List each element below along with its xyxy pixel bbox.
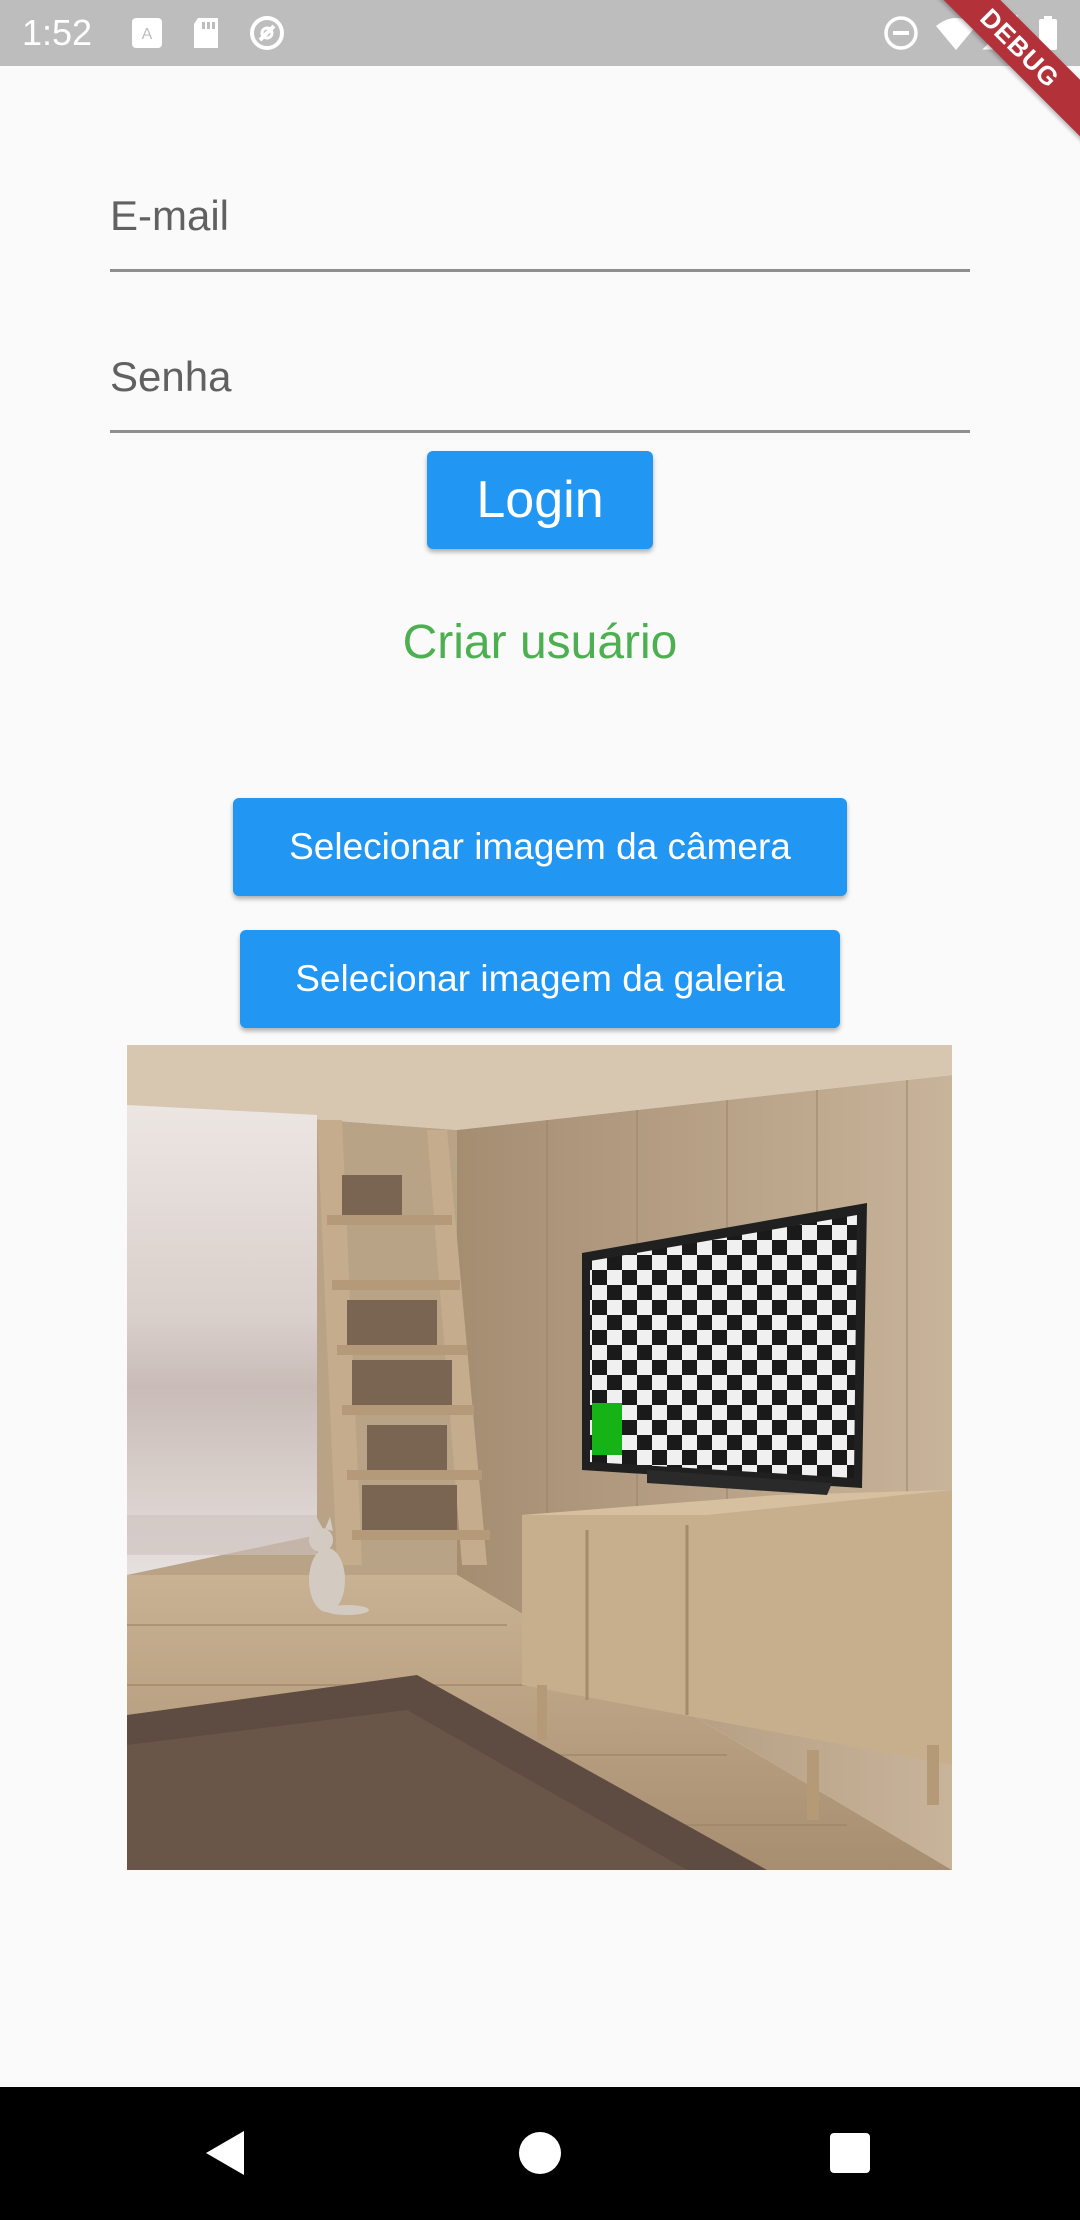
do-not-disturb-icon [884,16,918,50]
email-input[interactable] [110,172,970,269]
email-field[interactable]: E-mail [110,172,970,272]
status-time: 1:52 [22,12,93,53]
sd-card-icon [194,18,218,48]
login-button[interactable]: Login [427,451,653,549]
home-icon[interactable] [518,2127,562,2179]
password-input[interactable] [110,333,970,430]
sync-circle-icon [250,16,284,50]
recents-icon[interactable] [828,2127,872,2179]
password-field[interactable]: Senha [110,333,970,433]
select-camera-image-button[interactable]: Selecionar imagem da câmera [233,798,847,896]
back-icon[interactable] [200,2127,250,2179]
create-user-link[interactable]: Criar usuário [0,615,1080,670]
room-photo [127,1045,952,1870]
navigation-bar [0,2087,1080,2220]
status-bar: 1:52 A DEBUG [0,0,1080,155]
svg-text:A: A [142,26,153,43]
a-keyboard-icon: A [132,18,162,48]
selected-image [127,1045,952,1870]
select-gallery-image-button[interactable]: Selecionar imagem da galeria [240,930,840,1028]
